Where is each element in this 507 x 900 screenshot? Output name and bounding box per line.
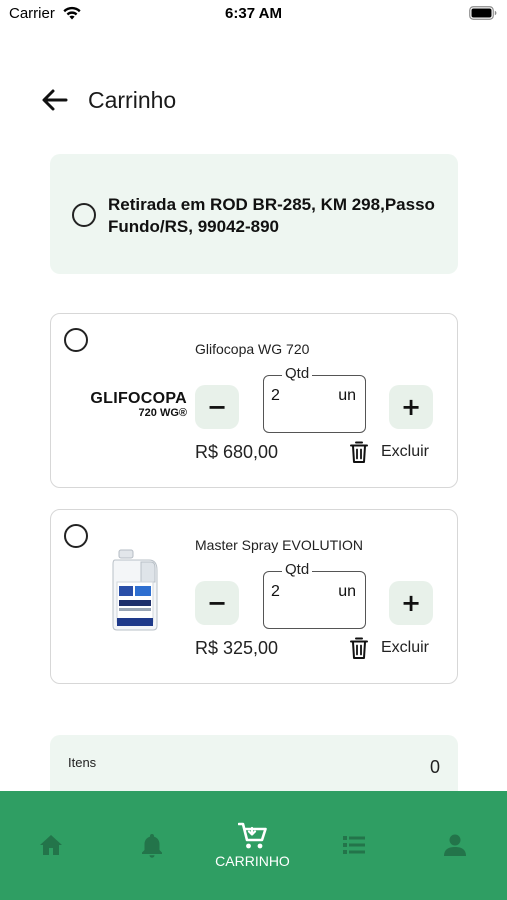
delete-item-button[interactable]: Excluir	[349, 636, 429, 660]
nav-orders[interactable]	[303, 791, 404, 900]
list-icon[interactable]	[341, 832, 367, 858]
product-price: R$ 325,00	[195, 638, 279, 658]
trash-icon[interactable]	[349, 636, 369, 660]
home-icon[interactable]	[38, 832, 64, 858]
bottom-nav: CARRINHO	[0, 791, 507, 900]
product-price: R$ 680,00	[195, 442, 279, 462]
user-icon[interactable]	[442, 832, 468, 858]
cart-item: GLIFOCOPA 720 WG® Glifocopa WG 720 − Qtd…	[50, 313, 458, 488]
trash-icon[interactable]	[349, 440, 369, 464]
delete-label: Excluir	[381, 443, 430, 460]
cart-icon[interactable]	[237, 822, 268, 850]
quantity-value[interactable]: 2	[271, 583, 280, 601]
item-select-radio[interactable]	[64, 328, 88, 352]
nav-profile[interactable]	[404, 791, 505, 900]
increase-quantity-button[interactable]: +	[389, 581, 433, 625]
back-arrow-icon[interactable]	[40, 85, 70, 115]
nav-cart[interactable]: CARRINHO	[202, 791, 303, 900]
page-title: Carrinho	[88, 86, 177, 113]
header: Carrinho	[40, 80, 176, 120]
quantity-value[interactable]: 2	[271, 387, 280, 405]
product-logo: GLIFOCOPA 720 WG®	[71, 390, 187, 419]
product-name: Glifocopa WG 720	[195, 341, 310, 357]
logo-text-line1: GLIFOCOPA	[90, 390, 187, 407]
bell-icon[interactable]	[139, 832, 165, 858]
quantity-unit: un	[338, 387, 356, 404]
quantity-unit: un	[338, 583, 356, 600]
product-name: Master Spray EVOLUTION	[195, 537, 364, 553]
nav-cart-label: CARRINHO	[215, 853, 290, 869]
item-select-radio[interactable]	[64, 524, 88, 548]
delete-item-button[interactable]: Excluir	[349, 440, 429, 464]
increase-quantity-button[interactable]: +	[389, 385, 433, 429]
nav-notifications[interactable]	[101, 791, 202, 900]
quantity-field[interactable]: Qtd 2 un	[263, 365, 366, 433]
items-label: Itens	[68, 755, 97, 770]
delete-label: Excluir	[381, 639, 430, 656]
quantity-field[interactable]: Qtd 2 un	[263, 561, 366, 629]
nav-home[interactable]	[0, 791, 101, 900]
battery-icon	[469, 6, 497, 20]
decrease-quantity-button[interactable]: −	[195, 385, 239, 429]
status-bar: Carrier 6:37 AM	[0, 0, 507, 30]
status-time: 6:37 AM	[225, 5, 282, 22]
pickup-address: Retirada em ROD BR-285, KM 298,Passo Fun…	[108, 195, 435, 236]
quantity-label: Qtd	[282, 561, 313, 578]
pickup-radio[interactable]	[72, 203, 96, 227]
quantity-label: Qtd	[282, 365, 313, 382]
logo-text-line2: 720 WG®	[138, 407, 187, 419]
cart-item: Master Spray EVOLUTION − Qtd 2 un + R$ 3…	[50, 509, 458, 684]
product-jug-image	[112, 549, 158, 631]
pickup-option-card[interactable]: Retirada em ROD BR-285, KM 298,Passo Fun…	[50, 154, 458, 274]
decrease-quantity-button[interactable]: −	[195, 581, 239, 625]
items-count: 0	[429, 757, 440, 777]
